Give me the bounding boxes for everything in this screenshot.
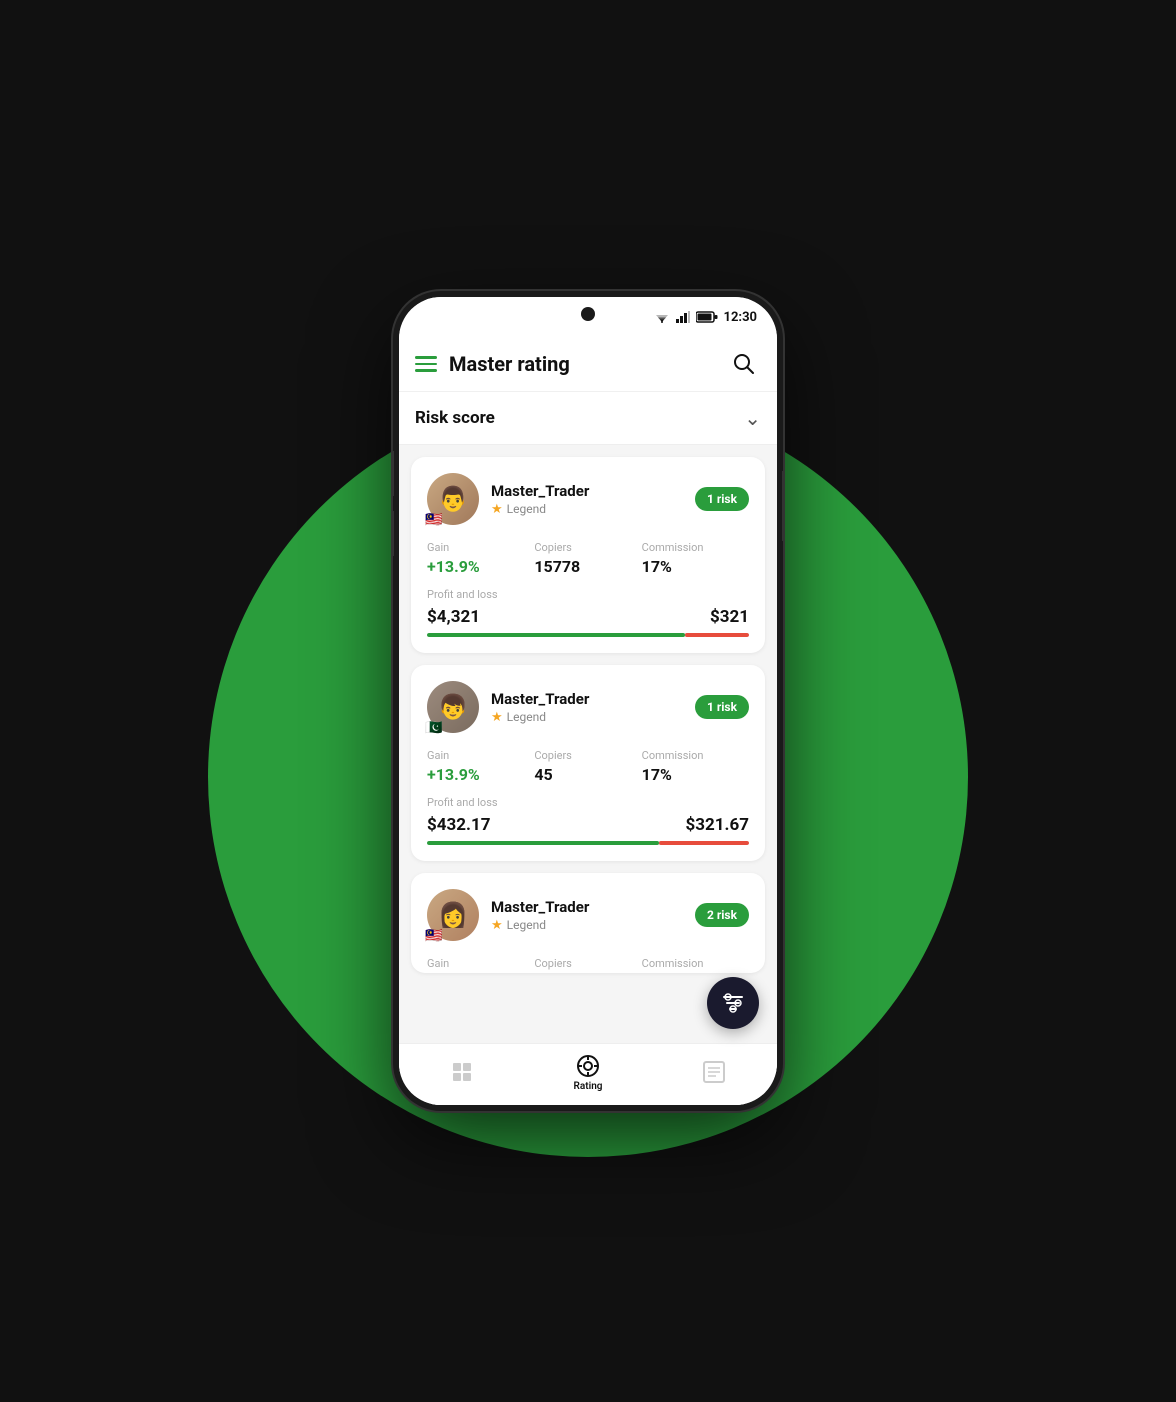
stat-copiers-value: 45: [534, 765, 641, 784]
filter-row[interactable]: Risk score ⌄: [399, 392, 777, 445]
app-header: Master rating: [399, 337, 777, 392]
stat-commission: Commission 17%: [642, 541, 749, 576]
pnl-right: $321.67: [686, 815, 749, 835]
rank-star-icon: ★: [491, 918, 503, 933]
battery-icon: [696, 311, 718, 323]
progress-green: [427, 841, 659, 845]
pnl-left: $4,321: [427, 607, 480, 627]
chevron-down-icon: ⌄: [744, 406, 761, 430]
stats-row: Gain Copiers Commission: [427, 957, 749, 973]
progress-bar: [427, 633, 749, 637]
rank-star-icon: ★: [491, 710, 503, 725]
nav-item-list[interactable]: [651, 1060, 777, 1086]
stat-gain: Gain +13.9%: [427, 749, 534, 784]
filter-label: Risk score: [415, 408, 495, 428]
trader-card-partial[interactable]: 👩 🇲🇾 Master_Trader ★ Legend 2 risk: [411, 873, 765, 973]
stat-gain-value: +13.9%: [427, 765, 534, 784]
avatar-wrap: 👩 🇲🇾: [427, 889, 479, 941]
nav-label-rating: Rating: [574, 1081, 603, 1092]
avatar-wrap: 👨 🇲🇾: [427, 473, 479, 525]
pnl-values: $432.17 $321.67: [427, 815, 749, 835]
phone-screen: 12:30 Master rating: [399, 297, 777, 1105]
pnl-label: Profit and loss: [427, 796, 749, 809]
stats-row: Gain +13.9% Copiers 45 Commission 17%: [427, 749, 749, 784]
card-header: 👨 🇲🇾 Master_Trader ★ Legend 1 risk: [427, 473, 749, 525]
pnl-section: Profit and loss $4,321 $321: [427, 588, 749, 637]
menu-button[interactable]: [415, 356, 437, 372]
stat-copiers-label: Copiers: [534, 749, 641, 762]
trader-info: Master_Trader ★ Legend: [491, 898, 683, 933]
stat-commission: Commission 17%: [642, 749, 749, 784]
risk-badge: 2 risk: [695, 903, 749, 927]
rating-icon: [575, 1053, 601, 1079]
bottom-nav: Rating: [399, 1043, 777, 1105]
flag-badge: 🇵🇰: [425, 721, 442, 735]
trader-rank: ★ Legend: [491, 918, 683, 933]
stat-gain-label: Gain: [427, 541, 534, 554]
rank-star-icon: ★: [491, 502, 503, 517]
avatar-wrap: 👦 🇵🇰: [427, 681, 479, 733]
trader-name: Master_Trader: [491, 482, 683, 500]
filter-fab-button[interactable]: [707, 977, 759, 1029]
pnl-right: $321: [710, 607, 749, 627]
stat-commission-label: Commission: [642, 957, 749, 970]
trader-name: Master_Trader: [491, 690, 683, 708]
stat-gain: Gain: [427, 957, 534, 973]
card-header: 👦 🇵🇰 Master_Trader ★ Legend 1 risk: [427, 681, 749, 733]
trader-rank: ★ Legend: [491, 502, 683, 517]
phone-frame: 12:30 Master rating: [393, 291, 783, 1111]
nav-item-rating[interactable]: Rating: [525, 1053, 651, 1092]
progress-green: [427, 633, 685, 637]
pnl-label: Profit and loss: [427, 588, 749, 601]
search-icon: [733, 353, 755, 375]
status-bar: 12:30: [399, 297, 777, 337]
pnl-left: $432.17: [427, 815, 490, 835]
dashboard-icon: [450, 1060, 474, 1084]
stat-gain: Gain +13.9%: [427, 541, 534, 576]
progress-bar: [427, 841, 749, 845]
flag-badge: 🇲🇾: [425, 929, 442, 943]
card-header: 👩 🇲🇾 Master_Trader ★ Legend 2 risk: [427, 889, 749, 941]
stat-gain-value: +13.9%: [427, 557, 534, 576]
filter-fab-icon: [720, 990, 746, 1016]
status-time: 12:30: [724, 310, 758, 325]
progress-red: [659, 841, 749, 845]
list-icon: [702, 1060, 726, 1084]
risk-badge: 1 risk: [695, 695, 749, 719]
page-title: Master rating: [449, 352, 715, 376]
stat-copiers-label: Copiers: [534, 957, 641, 970]
cards-list: 👨 🇲🇾 Master_Trader ★ Legend 1 risk: [399, 445, 777, 1043]
trader-info: Master_Trader ★ Legend: [491, 690, 683, 725]
stat-gain-label: Gain: [427, 957, 534, 970]
stat-gain-label: Gain: [427, 749, 534, 762]
stat-commission-label: Commission: [642, 541, 749, 554]
stat-copiers-value: 15778: [534, 557, 641, 576]
stat-commission-value: 17%: [642, 765, 749, 784]
trader-name: Master_Trader: [491, 898, 683, 916]
status-icons: 12:30: [654, 310, 758, 325]
stats-row: Gain +13.9% Copiers 15778 Commission 17%: [427, 541, 749, 576]
camera-dot: [581, 307, 595, 321]
trader-card[interactable]: 👨 🇲🇾 Master_Trader ★ Legend 1 risk: [411, 457, 765, 653]
stat-commission: Commission: [642, 957, 749, 973]
stat-copiers: Copiers 45: [534, 749, 641, 784]
stat-copiers-label: Copiers: [534, 541, 641, 554]
progress-red: [685, 633, 749, 637]
pnl-values: $4,321 $321: [427, 607, 749, 627]
stat-commission-value: 17%: [642, 557, 749, 576]
trader-card[interactable]: 👦 🇵🇰 Master_Trader ★ Legend 1 risk: [411, 665, 765, 861]
trader-rank: ★ Legend: [491, 710, 683, 725]
nav-item-dashboard[interactable]: [399, 1060, 525, 1086]
trader-info: Master_Trader ★ Legend: [491, 482, 683, 517]
stat-copiers: Copiers 15778: [534, 541, 641, 576]
signal-icon: [676, 311, 690, 323]
flag-badge: 🇲🇾: [425, 513, 442, 527]
stat-commission-label: Commission: [642, 749, 749, 762]
wifi-icon: [654, 311, 670, 323]
stat-copiers: Copiers: [534, 957, 641, 973]
scene: 12:30 Master rating: [0, 0, 1176, 1402]
search-button[interactable]: [727, 347, 761, 381]
pnl-section: Profit and loss $432.17 $321.67: [427, 796, 749, 845]
risk-badge: 1 risk: [695, 487, 749, 511]
